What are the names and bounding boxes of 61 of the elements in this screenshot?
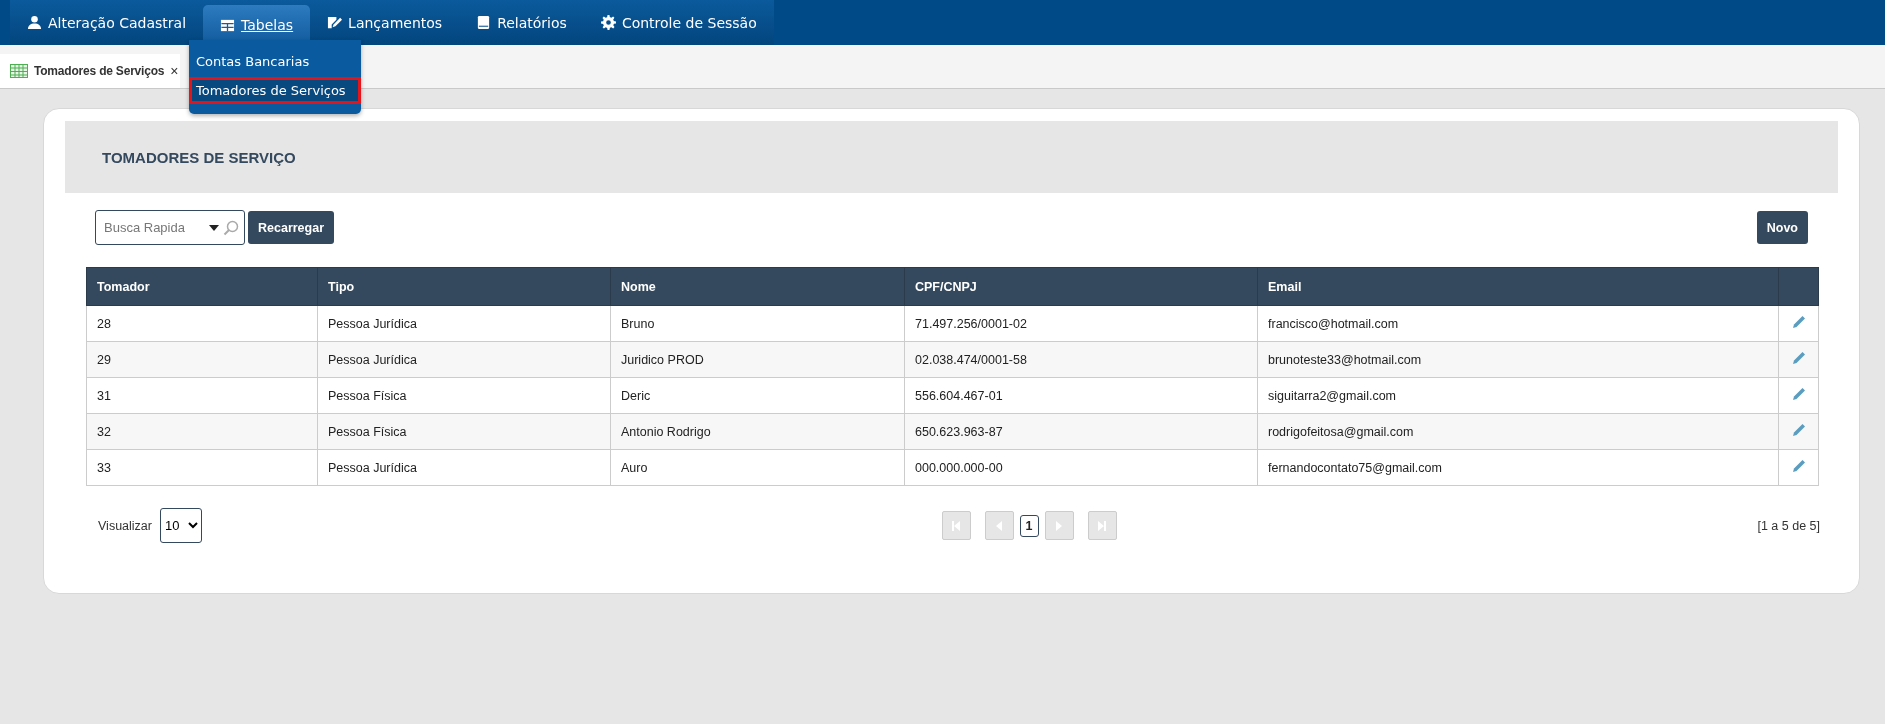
table-cell: Deric: [610, 377, 905, 414]
pencil-icon[interactable]: [1791, 315, 1806, 329]
column-header: CPF/CNPJ: [904, 267, 1258, 306]
table-cell: 650.623.963-87: [904, 413, 1258, 450]
results-summary: [1 a 5 de 5]: [1757, 518, 1820, 533]
new-button[interactable]: Novo: [1756, 211, 1808, 244]
table-icon: [220, 17, 236, 33]
nav-menu-item[interactable]: Controle de Sessão: [583, 0, 774, 45]
nav-menu-item[interactable]: Alteração Cadastral: [10, 0, 204, 45]
table-cell: siguitarra2@gmail.com: [1257, 377, 1779, 414]
pencil-icon[interactable]: [1791, 423, 1806, 437]
page-size-label: Visualizar: [98, 518, 152, 533]
pencil-icon[interactable]: [1791, 351, 1806, 365]
search-field[interactable]: Busca Rapida: [95, 210, 245, 245]
page-number-button[interactable]: 1: [1019, 514, 1039, 537]
table-cell: brunoteste33@hotmail.com: [1257, 341, 1779, 378]
table-cell: rodrigofeitosa@gmail.com: [1257, 413, 1779, 450]
table-cell: Pessoa Física: [317, 377, 611, 414]
book-icon: [476, 15, 492, 30]
table-cell: Pessoa Jurídica: [317, 305, 611, 342]
table-cell: 29: [86, 341, 318, 378]
table-cell: Pessoa Jurídica: [317, 449, 611, 486]
column-header: Nome: [610, 267, 905, 306]
page-size-select[interactable]: 10: [159, 508, 202, 543]
user-icon: [27, 15, 42, 30]
nav-menu-item[interactable]: Lançamentos: [310, 0, 460, 45]
dropdown-item[interactable]: Contas Bancarias: [189, 48, 361, 75]
table-cell: 31: [86, 377, 318, 414]
table-cell: 000.000.000-00: [904, 449, 1258, 486]
table-cell: Pessoa Jurídica: [317, 341, 611, 378]
dropdown-item[interactable]: Tomadores de Serviços: [189, 77, 361, 104]
table-cell: 556.604.467-01: [904, 377, 1258, 414]
reload-button[interactable]: Recarregar: [248, 211, 334, 244]
table-cell: Bruno: [610, 305, 905, 342]
table-cell: Pessoa Física: [317, 413, 611, 450]
table-cell: 02.038.474/0001-58: [904, 341, 1258, 378]
skip-back-icon: [949, 518, 963, 533]
table-cell: Juridico PROD: [610, 341, 905, 378]
table-cell: Antonio Rodrigo: [610, 413, 905, 450]
gear-icon: [600, 15, 616, 30]
table-cell: 33: [86, 449, 318, 486]
caret-icon: [209, 225, 219, 231]
panel-title: TOMADORES DE SERVIÇO: [102, 148, 296, 166]
table-cell: francisco@hotmail.com: [1257, 305, 1779, 342]
column-header: Tipo: [317, 267, 611, 306]
table-cell: fernandocontato75@gmail.com: [1257, 449, 1779, 486]
edit-icon: [327, 15, 343, 30]
nav-menu-item[interactable]: Relatórios: [459, 0, 584, 45]
page-tab[interactable]: Tomadores de Serviços ×: [0, 54, 181, 88]
pencil-icon[interactable]: [1791, 387, 1806, 401]
skip-forward-icon: [1095, 518, 1109, 533]
table-cell: 28: [86, 305, 318, 342]
search-icon: [223, 220, 239, 236]
table-cell: 71.497.256/0001-02: [904, 305, 1258, 342]
table-cell: Auro: [610, 449, 905, 486]
column-header: Tomador: [86, 267, 318, 306]
table-cell: 32: [86, 413, 318, 450]
column-header: Email: [1257, 267, 1779, 306]
spreadsheet-icon: [10, 64, 28, 78]
close-tab-button[interactable]: ×: [170, 63, 179, 79]
pencil-icon[interactable]: [1791, 459, 1806, 473]
